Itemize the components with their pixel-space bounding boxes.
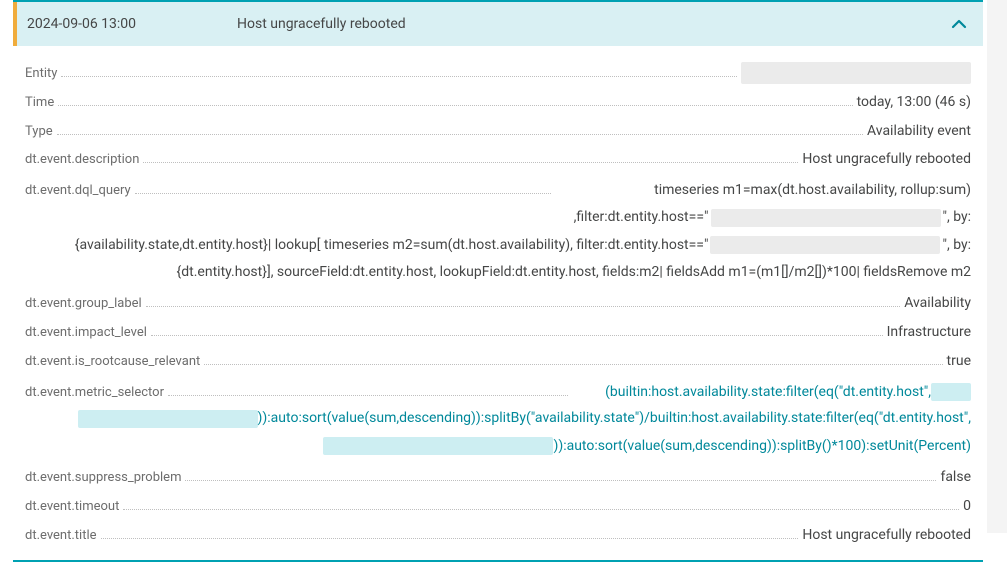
row-entity: Entity — [25, 62, 971, 85]
metric-text: (builtin:host.availability.state:filter(… — [605, 384, 931, 400]
label-metric: dt.event.metric_selector — [25, 381, 164, 406]
value-type: Availability event — [867, 120, 971, 142]
scrollbar-track[interactable] — [987, 0, 1007, 533]
redacted-block — [78, 410, 258, 428]
dql-text: ", by: — [942, 237, 971, 253]
redacted-block — [323, 437, 553, 455]
event-title: Host ungracefully rebooted — [237, 16, 951, 32]
value-entity — [741, 62, 971, 84]
row-group-label: dt.event.group_label Availability — [25, 292, 971, 315]
row-rootcause: dt.event.is_rootcause_relevant true — [25, 350, 971, 373]
label-description: dt.event.description — [25, 150, 139, 171]
event-body: Entity Time today, 13:00 (46 s) Type Ava… — [13, 46, 983, 560]
metric-link-line2[interactable]: )):auto:sort(value(sum,descending)):spli… — [25, 405, 971, 432]
redacted-block — [710, 236, 940, 254]
row-description: dt.event.description Host ungracefully r… — [25, 148, 971, 171]
metric-text: )):auto:sort(value(sum,descending)):spli… — [258, 410, 971, 426]
divider-dots — [146, 306, 901, 307]
divider-dots — [123, 509, 959, 510]
value-dql-part3: {dt.entity.host}], sourceField:dt.entity… — [25, 259, 971, 286]
label-suppress: dt.event.suppress_problem — [25, 468, 181, 489]
value-group: Availability — [904, 292, 971, 314]
value-rootcause: true — [947, 350, 971, 372]
metric-text: )):auto:sort(value(sum,descending)):spli… — [553, 438, 971, 454]
divider-dots — [58, 105, 852, 106]
label-time: Time — [25, 93, 54, 114]
divider-dots — [185, 480, 936, 481]
redacted-block — [741, 62, 971, 84]
row-dql-query: dt.event.dql_query timeseries m1=max(dt.… — [25, 177, 971, 286]
label-entity: Entity — [25, 64, 57, 85]
divider-dots — [101, 538, 799, 539]
divider-dots — [143, 162, 798, 163]
value-dql-part1: timeseries m1=max(dt.host.availability, … — [555, 177, 971, 232]
label-group: dt.event.group_label — [25, 294, 142, 315]
label-title2: dt.event.title — [25, 526, 97, 547]
divider-dots — [168, 395, 568, 396]
row-impact-level: dt.event.impact_level Infrastructure — [25, 321, 971, 344]
row-suppress: dt.event.suppress_problem false — [25, 466, 971, 489]
redacted-block — [711, 209, 941, 227]
divider-dots — [61, 76, 737, 77]
dql-text: {availability.state,dt.entity.host}| loo… — [75, 237, 709, 253]
value-description: Host ungracefully rebooted — [802, 148, 971, 170]
label-impact: dt.event.impact_level — [25, 323, 147, 344]
row-time: Time today, 13:00 (46 s) — [25, 91, 971, 114]
value-dql-part2: {availability.state,dt.entity.host}| loo… — [25, 232, 971, 259]
redacted-block — [931, 383, 971, 401]
dql-text: ", by: — [943, 209, 972, 225]
event-header[interactable]: 2024-09-06 13:00 Host ungracefully reboo… — [13, 2, 983, 46]
label-timeout: dt.event.timeout — [25, 497, 119, 518]
event-date: 2024-09-06 13:00 — [27, 16, 237, 32]
label-rootcause: dt.event.is_rootcause_relevant — [25, 352, 200, 373]
row-timeout: dt.event.timeout 0 — [25, 495, 971, 518]
divider-dots — [204, 364, 942, 365]
value-timeout: 0 — [963, 495, 971, 517]
event-panel: 2024-09-06 13:00 Host ungracefully reboo… — [13, 0, 983, 562]
value-suppress: false — [940, 466, 971, 488]
value-time: today, 13:00 (46 s) — [857, 91, 971, 113]
metric-link-line3[interactable]: )):auto:sort(value(sum,descending)):spli… — [25, 433, 971, 460]
value-impact: Infrastructure — [887, 321, 971, 343]
divider-dots — [57, 134, 863, 135]
row-type: Type Availability event — [25, 120, 971, 143]
chevron-up-icon[interactable] — [951, 16, 967, 32]
value-title2: Host ungracefully rebooted — [802, 524, 971, 546]
label-type: Type — [25, 122, 53, 143]
divider-dots — [135, 193, 551, 194]
divider-dots — [151, 335, 883, 336]
row-eventtitle: dt.event.title Host ungracefully reboote… — [25, 524, 971, 547]
row-metric-selector: dt.event.metric_selector (builtin:host.a… — [25, 379, 971, 460]
metric-link-line1[interactable]: (builtin:host.availability.state:filter(… — [572, 379, 972, 406]
label-dql: dt.event.dql_query — [25, 178, 131, 203]
